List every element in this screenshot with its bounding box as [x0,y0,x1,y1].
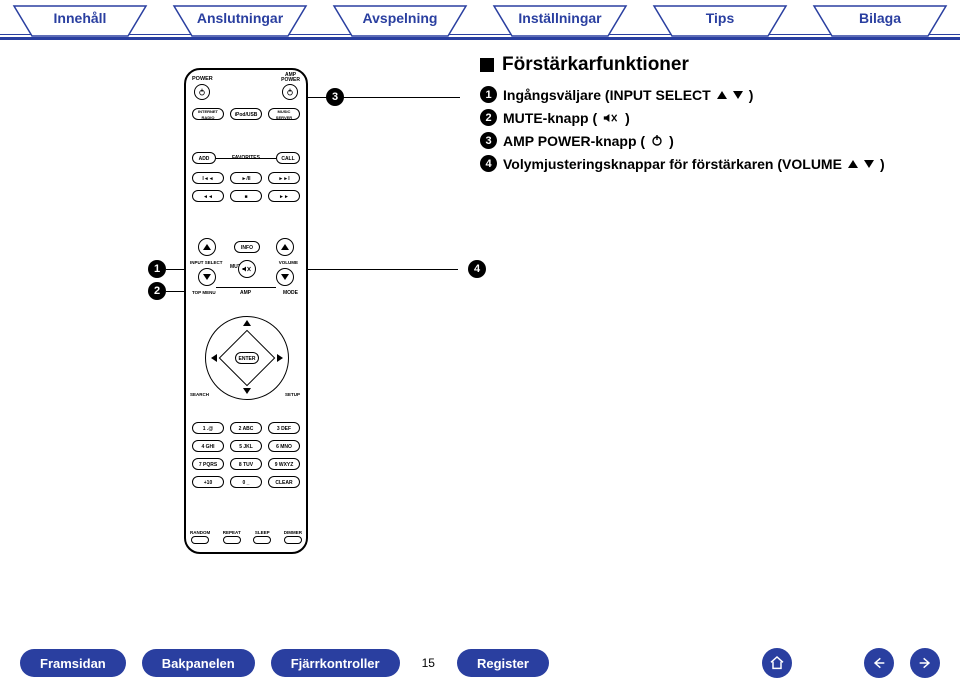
ipod-usb-button[interactable]: iPod/USB [230,108,262,120]
mute-button[interactable] [238,260,256,278]
next-page-button[interactable] [910,648,940,678]
call-button[interactable]: CALL [276,152,300,164]
remote-figure: 1 2 4 POWER AMPPOWER INTERNETRADIO iPod/… [170,68,320,558]
top-tab-bar: Innehåll Anslutningar Avspelning Inställ… [0,4,960,44]
label-amp: AMP [240,290,251,296]
triangle-down-icon [733,91,743,99]
desc-item-2: 2 MUTE-knapp ( ) [480,109,930,126]
nav-fjarrkontroller[interactable]: Fjärrkontroller [271,649,400,677]
repeat-button[interactable]: REPEAT [223,530,241,544]
label-top-menu: TOP MENU [192,290,216,295]
power-icon [651,133,663,149]
badge-4: 4 [480,155,497,172]
key-9[interactable]: 9 WXYZ [268,458,300,470]
key-3[interactable]: 3 DEF [268,422,300,434]
volume-down[interactable] [276,268,294,286]
tab-innehall[interactable]: Innehåll [10,4,150,38]
nav-register[interactable]: Register [457,649,549,677]
sleep-button[interactable]: SLEEP [253,530,271,544]
play-pause-button[interactable]: ►/II [230,172,262,184]
label-mode: MODE [283,290,298,296]
label-search: SEARCH [190,392,209,397]
section-heading: Förstärkarfunktioner [480,54,930,76]
key-6[interactable]: 6 MNO [268,440,300,452]
callout-badge-2: 2 [148,282,166,300]
callout-badge-1: 1 [148,260,166,278]
badge-3: 3 [480,132,497,149]
key-0[interactable]: 0 _ [230,476,262,488]
tab-bilaga[interactable]: Bilaga [810,4,950,38]
stop-button[interactable]: ■ [230,190,262,202]
badge-2: 2 [480,109,497,126]
power-button[interactable] [194,84,210,100]
internet-radio-button[interactable]: INTERNETRADIO [192,108,224,120]
dpad-up[interactable] [243,320,251,328]
desc-item-3: 3 AMP POWER-knapp ( ) [480,132,930,149]
label-setup: SETUP [285,392,300,397]
home-button[interactable] [762,648,792,678]
badge-1: 1 [480,86,497,103]
amp-power-button[interactable] [282,84,298,100]
callout-badge-3: 3 [326,88,344,106]
dpad-down[interactable] [243,388,251,396]
label-volume: VOLUME [279,260,298,265]
input-select-up[interactable] [198,238,216,256]
dpad-right[interactable] [275,354,283,362]
key-4[interactable]: 4 GHI [192,440,224,452]
mute-icon [603,112,619,124]
rewind-button[interactable]: ◄◄ [192,190,224,202]
amp-functions-block: Förstärkarfunktioner 1 Ingångsväljare (I… [480,54,930,178]
info-button[interactable]: INFO [234,241,260,253]
nav-bakpanelen[interactable]: Bakpanelen [142,649,255,677]
prev-track-button[interactable]: I◄◄ [192,172,224,184]
input-select-down[interactable] [198,268,216,286]
next-track-button[interactable]: ►►I [268,172,300,184]
key-7[interactable]: 7 PQRS [192,458,224,470]
key-clear[interactable]: CLEAR [268,476,300,488]
key-1[interactable]: 1 .@ [192,422,224,434]
tab-avspelning[interactable]: Avspelning [330,4,470,38]
page-number: 15 [422,656,435,670]
square-bullet-icon [480,58,494,72]
tab-anslutningar[interactable]: Anslutningar [170,4,310,38]
label-input-select: INPUT SELECT [190,260,223,265]
bottom-nav-bar: Framsidan Bakpanelen Fjärrkontroller 15 … [0,637,960,689]
music-server-button[interactable]: MUSICSERVER [268,108,300,120]
random-button[interactable]: RANDOM [190,530,210,544]
dimmer-button[interactable]: DIMMER [284,530,302,544]
nav-framsidan[interactable]: Framsidan [20,649,126,677]
key-plus10[interactable]: +10 [192,476,224,488]
desc-item-4: 4 Volymjusteringsknappar för förstärkare… [480,155,930,172]
volume-up[interactable] [276,238,294,256]
triangle-down-icon [864,160,874,168]
key-5[interactable]: 5 JKL [230,440,262,452]
desc-item-1: 1 Ingångsväljare (INPUT SELECT ) [480,86,930,103]
tab-tips[interactable]: Tips [650,4,790,38]
tab-installningar[interactable]: Inställningar [490,4,630,38]
key-8[interactable]: 8 TUV [230,458,262,470]
dpad-left[interactable] [211,354,219,362]
key-2[interactable]: 2 ABC [230,422,262,434]
prev-page-button[interactable] [864,648,894,678]
triangle-up-icon [717,91,727,99]
label-amp-power: AMPPOWER [281,73,300,83]
label-power: POWER [192,76,213,82]
triangle-up-icon [848,160,858,168]
add-button[interactable]: ADD [192,152,216,164]
enter-button[interactable]: ENTER [235,352,259,364]
ffwd-button[interactable]: ►► [268,190,300,202]
callout-badge-4: 4 [468,260,486,278]
